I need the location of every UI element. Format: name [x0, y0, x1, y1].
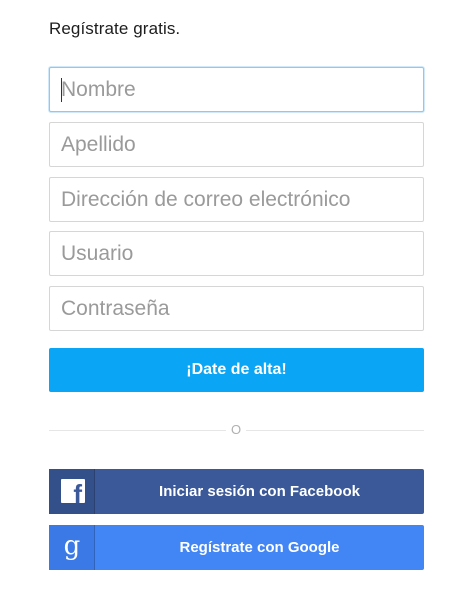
text-caret — [61, 78, 62, 102]
google-signup-label: Regístrate con Google — [179, 539, 340, 556]
signup-page: Regístrate gratis. ¡Date de alta! O f In… — [0, 0, 470, 600]
email-input[interactable] — [49, 177, 424, 222]
facebook-login-button[interactable]: f Iniciar sesión con Facebook — [49, 469, 424, 514]
google-icon: g — [63, 531, 81, 561]
signup-button[interactable]: ¡Date de alta! — [49, 348, 424, 392]
password-input[interactable] — [49, 286, 424, 331]
username-input[interactable] — [49, 231, 424, 276]
google-icon-box: g — [49, 525, 95, 570]
facebook-icon-box: f — [49, 469, 95, 514]
facebook-login-label: Iniciar sesión con Facebook — [159, 483, 360, 500]
first-name-input[interactable] — [49, 67, 424, 112]
google-signup-button[interactable]: g Regístrate con Google — [49, 525, 424, 570]
page-title: Regístrate gratis. — [49, 19, 181, 38]
last-name-input[interactable] — [49, 122, 424, 167]
divider-or-label: O — [226, 421, 246, 439]
facebook-icon: f — [61, 479, 85, 507]
